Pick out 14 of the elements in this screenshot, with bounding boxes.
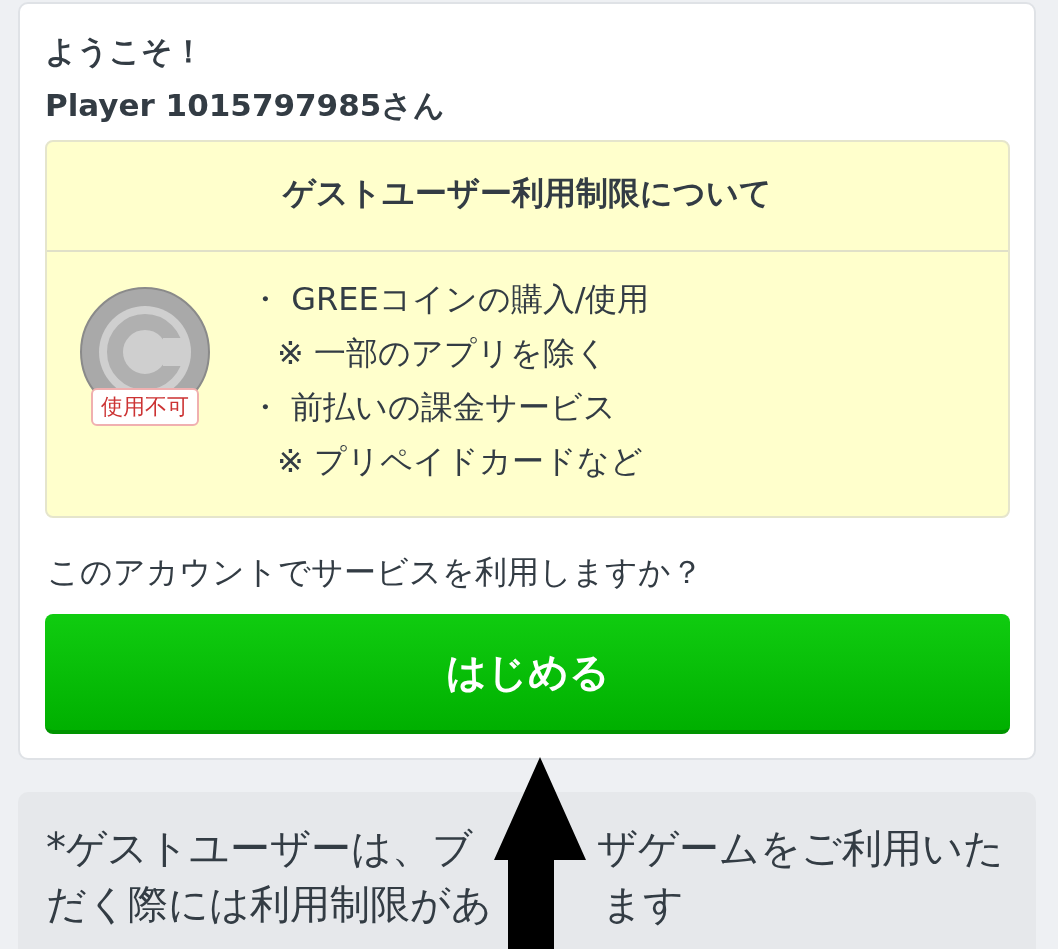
notice-text: ます [602, 880, 684, 929]
notice-text: だく際には利用制限があ [46, 880, 492, 929]
greeting: ようこそ！ [45, 32, 205, 71]
restriction-item: ※ プリペイドカードなど [276, 441, 644, 482]
restriction-item: ・ 前払いの課金サービス [249, 387, 618, 428]
question-text: このアカウントでサービスを利用しますか？ [47, 552, 704, 593]
notice-text: ザゲームをご利用いた [597, 824, 1004, 873]
start-button[interactable]: はじめる [45, 614, 1010, 734]
restriction-title: ゲストユーザー利用制限について [47, 142, 1008, 252]
restriction-item: ※ 一部のアプリを除く [276, 333, 609, 374]
unavailable-badge: 使用不可 [91, 388, 199, 426]
restriction-item: ・ GREEコインの購入/使用 [249, 279, 650, 320]
user-name: Player 1015797985さん [45, 86, 447, 125]
notice-text: *ゲストユーザーは、ブ [46, 824, 473, 873]
